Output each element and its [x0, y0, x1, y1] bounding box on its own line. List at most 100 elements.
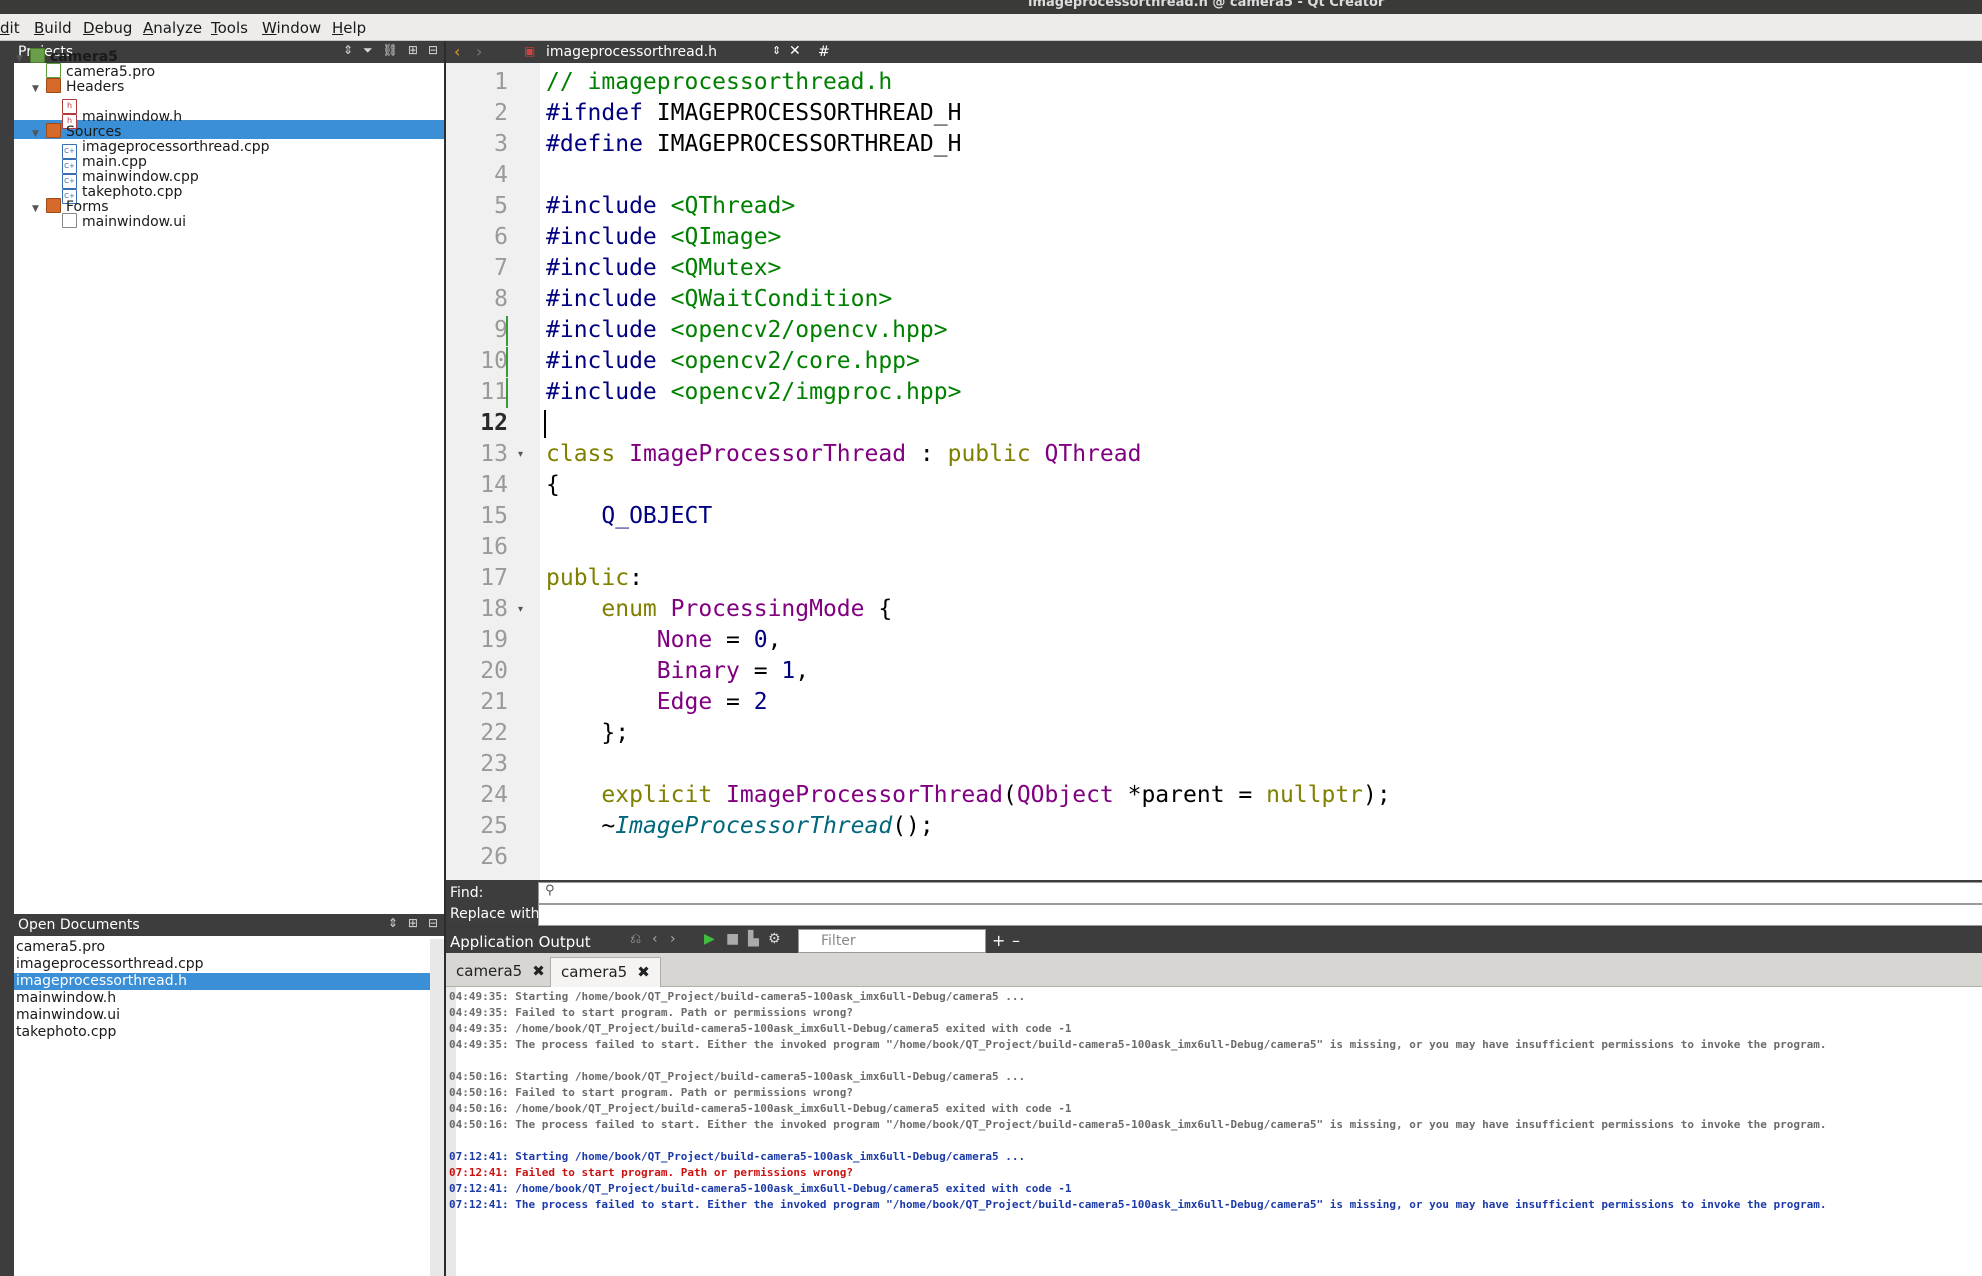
window-titlebar: imageprocessorthread.h @ camera5 - Qt Cr…	[0, 0, 1982, 14]
code-token: enum	[601, 596, 671, 622]
replace-input[interactable]	[538, 904, 1982, 926]
view-select-icon[interactable]: ⇕	[343, 43, 353, 58]
editor-file-name[interactable]: imageprocessorthread.h	[546, 44, 717, 60]
expand-arrow-icon[interactable]: ▼	[16, 50, 30, 69]
code-editor[interactable]: 1 2 3 4 5 6 7 8 9 10 11 12 13 ▾ 14 15 16 17 18 ▾ 19 20 21 22 23 2…	[446, 63, 1982, 880]
close-pane-icon[interactable]: ⊟	[428, 43, 438, 58]
code-line: Edge = 2	[546, 689, 768, 715]
menu-debug[interactable]: Debug	[83, 19, 132, 37]
line-number: 8	[494, 286, 508, 312]
run-icon[interactable]: ▶	[704, 931, 715, 947]
code-line: Binary = 1,	[546, 658, 809, 684]
open-document-item[interactable]: mainwindow.ui	[16, 1007, 120, 1024]
output-line: 04:49:35: Starting /home/book/QT_Project…	[449, 990, 1026, 1003]
stop-icon[interactable]: ■	[726, 931, 739, 947]
line-number: 26	[480, 844, 508, 870]
settings-gear-icon[interactable]: ⚙	[768, 931, 781, 947]
line-number: 17	[480, 565, 508, 591]
code-token: ();	[892, 813, 934, 839]
line-number: 22	[480, 720, 508, 746]
open-document-item[interactable]: mainwindow.h	[16, 990, 116, 1007]
code-token: ImageProcessorThread	[615, 813, 893, 839]
attach-debugger-icon[interactable]: ▙	[748, 931, 759, 947]
previous-icon[interactable]: ‹	[652, 931, 658, 947]
code-token: IMAGEPROCESSORTHREAD_H	[656, 131, 962, 157]
close-pane-icon[interactable]: ⊟	[428, 916, 438, 930]
expand-arrow-icon[interactable]: ▼	[32, 80, 46, 99]
editor-toolbar: ‹ › ▣ imageprocessorthread.h ⇕ ✕ #	[446, 41, 1982, 63]
next-icon[interactable]: ›	[670, 931, 676, 947]
code-token: IMAGEPROCESSORTHREAD_H	[656, 100, 962, 126]
code-token: ~	[546, 813, 616, 839]
open-document-item[interactable]: imageprocessorthread.h	[16, 973, 187, 990]
close-document-icon[interactable]: ✕	[789, 43, 801, 59]
code-token: #ifndef	[546, 100, 657, 126]
code-token: QObject	[1016, 782, 1114, 808]
code-token: #include	[546, 286, 671, 312]
output-tab-label: camera5	[456, 962, 523, 980]
expand-arrow-icon[interactable]: ▼	[32, 125, 46, 144]
line-number: 14	[480, 472, 508, 498]
output-line: 04:50:16: /home/book/QT_Project/build-ca…	[449, 1102, 1072, 1115]
tree-item[interactable]: mainwindow.ui	[48, 213, 186, 232]
code-token: None	[656, 627, 713, 653]
code-line: #define IMAGEPROCESSORTHREAD_H	[546, 131, 961, 157]
open-documents-scrollbar[interactable]	[430, 939, 444, 1276]
open-document-item[interactable]: imageprocessorthread.cpp	[16, 956, 204, 973]
output-line: 04:49:35: /home/book/QT_Project/build-ca…	[449, 1022, 1072, 1035]
code-line: };	[546, 720, 629, 746]
attach-icon[interactable]: ⎌	[630, 931, 641, 947]
find-input[interactable]: ⚲	[538, 882, 1982, 904]
filter-icon[interactable]: ⏷	[363, 43, 373, 58]
menu-window[interactable]: Window	[262, 19, 321, 37]
close-tab-icon[interactable]: ✖	[532, 962, 545, 980]
menu-edit[interactable]: dit	[0, 19, 20, 37]
close-tab-icon[interactable]: ✖	[637, 963, 650, 981]
output-tab-camera5-active[interactable]: camera5 ✖	[550, 957, 661, 987]
link-icon[interactable]: ⛓	[383, 43, 398, 58]
line-number-gutter: 1 2 3 4 5 6 7 8 9 10 11 12 13 ▾ 14 15 16 17 18 ▾ 19 20 21 22 23 2…	[446, 63, 540, 880]
line-number: 2	[494, 100, 508, 126]
line-number: 7	[494, 255, 508, 281]
code-token: nullptr	[1266, 782, 1364, 808]
forward-arrow-icon[interactable]: ›	[476, 42, 482, 61]
folder-icon	[46, 123, 61, 138]
fold-arrow-icon[interactable]: ▾	[518, 604, 523, 615]
open-documents-title: Open Documents	[18, 917, 140, 933]
symbol-selector[interactable]: #	[818, 44, 830, 60]
code-token: #include	[546, 317, 671, 343]
menu-analyze[interactable]: Analyze	[143, 19, 202, 37]
split-icon[interactable]: ⊞	[408, 916, 418, 930]
expand-arrow-icon[interactable]: ▼	[32, 200, 46, 219]
open-document-item[interactable]: camera5.pro	[16, 939, 105, 956]
view-select-icon[interactable]: ⇕	[388, 916, 398, 930]
code-line: #include <QImage>	[546, 224, 781, 250]
menu-tools[interactable]: Tools	[211, 19, 248, 37]
code-line: public:	[546, 565, 643, 591]
menu-help[interactable]: Help	[332, 19, 366, 37]
code-token: (	[1002, 782, 1017, 808]
open-document-item[interactable]: takephoto.cpp	[16, 1024, 116, 1041]
document-switcher-icon[interactable]: ⇕	[772, 44, 781, 57]
zoom-in-icon[interactable]: +	[992, 931, 1005, 950]
code-line: #include <QMutex>	[546, 255, 781, 281]
line-number: 21	[480, 689, 508, 715]
find-label: Find:	[450, 885, 484, 901]
line-number: 19	[480, 627, 508, 653]
code-token: :	[906, 441, 948, 467]
code-token: explicit	[601, 782, 727, 808]
output-tab-camera5[interactable]: camera5 ✖	[446, 957, 555, 986]
code-line: #include <opencv2/imgproc.hpp>	[546, 379, 961, 405]
project-icon	[30, 48, 45, 63]
fold-arrow-icon[interactable]: ▾	[518, 449, 523, 460]
code-token: #include	[546, 224, 671, 250]
menu-build[interactable]: Build	[34, 19, 72, 37]
output-filter-input[interactable]: Filter	[798, 929, 986, 953]
application-output-log[interactable]: 04:49:35: Starting /home/book/QT_Project…	[446, 987, 1982, 1276]
split-icon[interactable]: ⊞	[408, 43, 418, 58]
zoom-out-icon[interactable]: –	[1012, 931, 1020, 950]
back-arrow-icon[interactable]: ‹	[454, 42, 460, 61]
